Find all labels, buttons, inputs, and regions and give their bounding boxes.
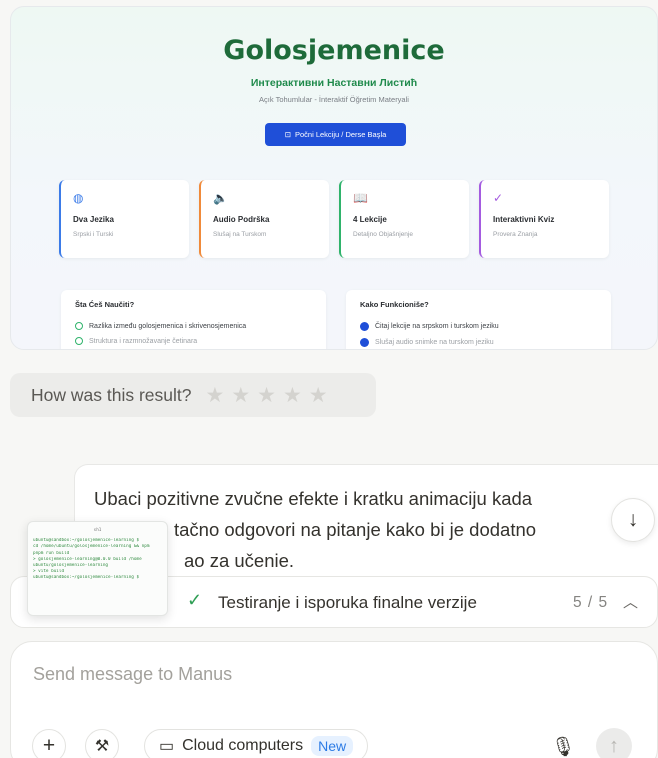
feature-desc: Srpski i Turski bbox=[73, 231, 114, 238]
how-heading: Kako Funkcioniše? bbox=[360, 300, 429, 309]
how-item-text: Čitaj lekcije na srpskom i turskom jezik… bbox=[375, 323, 499, 330]
cloud-computers-button[interactable]: ▭ Cloud computers New bbox=[144, 729, 369, 758]
check-circle-icon bbox=[75, 322, 83, 330]
website-preview[interactable]: Golosjemenice Интерактивни Наставни Лист… bbox=[10, 6, 658, 350]
check-circle-icon: ✓ bbox=[493, 191, 504, 205]
message-line: Ubaci pozitivne zvučne efekte i kratku a… bbox=[94, 488, 533, 509]
learn-item: Razlika između golosjemenica i skrivenos… bbox=[75, 322, 312, 330]
how-item: Čitaj lekcije na srpskom i turskom jezik… bbox=[360, 322, 597, 331]
preview-subtitle: Интерактивни Наставни Листић bbox=[250, 77, 418, 89]
play-icon: ⊡ bbox=[284, 130, 291, 139]
cloud-computers-label: Cloud computers bbox=[182, 737, 304, 754]
arrow-up-icon: ↑ bbox=[609, 734, 619, 757]
chevron-up-icon[interactable]: ︿ bbox=[623, 591, 638, 612]
speaker-icon: 🔈 bbox=[213, 191, 228, 205]
star-icon[interactable]: ★ bbox=[231, 383, 250, 408]
scroll-down-button[interactable]: ↓ bbox=[611, 498, 655, 542]
message-input[interactable] bbox=[33, 664, 613, 685]
start-lesson-button[interactable]: ⊡ Počni Lekciju / Derse Başla bbox=[265, 123, 406, 146]
task-counter: 5 / 5 bbox=[573, 594, 609, 611]
new-badge: New bbox=[311, 736, 354, 756]
tools-icon: ⚒ bbox=[94, 738, 110, 755]
step-dot-icon bbox=[360, 322, 369, 331]
globe-icon: ◍ bbox=[73, 191, 84, 205]
learn-item: Struktura i razmnožavanje četinara bbox=[75, 337, 312, 345]
start-lesson-label: Počni Lekciju / Derse Başla bbox=[295, 130, 387, 139]
book-icon: 📖 bbox=[353, 191, 368, 205]
message-composer: + ⚒ ▭ Cloud computers New 🎙 ↑ bbox=[10, 641, 658, 758]
feature-card-languages: ◍ Dva Jezika Srpski i Turski bbox=[59, 180, 189, 258]
monitor-icon: ▭ bbox=[159, 738, 175, 755]
learn-heading: Šta Ćeš Naučiti? bbox=[75, 300, 135, 309]
microphone-icon[interactable]: 🎙 bbox=[551, 735, 575, 758]
result-rating-bar: How was this result? ★ ★ ★ ★ ★ bbox=[10, 373, 376, 417]
terminal-header: sh1 bbox=[93, 528, 102, 533]
add-attachment-button[interactable]: + bbox=[32, 729, 66, 758]
feature-card-quiz: ✓ Interaktivni Kviz Provera Znanja bbox=[479, 180, 609, 258]
terminal-thumbnail[interactable]: sh1 ubuntu@sandbox:~/golosjemenice-learn… bbox=[27, 521, 168, 616]
feature-desc: Detaljno Objašnjenje bbox=[353, 231, 413, 238]
rating-label: How was this result? bbox=[31, 384, 192, 405]
how-panel: Kako Funkcioniše? Čitaj lekcije na srpsk… bbox=[346, 290, 611, 349]
preview-subtitle-turkish: Açık Tohumlular - İnteraktif Öğretim Mat… bbox=[259, 95, 409, 104]
plus-icon: + bbox=[42, 734, 56, 757]
checkmark-icon: ✓ bbox=[187, 590, 203, 610]
how-item-text: Slušaj audio snimke na turskom jeziku bbox=[375, 339, 494, 346]
star-icon[interactable]: ★ bbox=[309, 383, 328, 408]
chat-page: Golosjemenice Интерактивни Наставни Лист… bbox=[0, 0, 658, 758]
feature-title: Interaktivni Kviz bbox=[493, 215, 555, 224]
feature-card-audio: 🔈 Audio Podrška Slušaj na Turskom bbox=[199, 180, 329, 258]
feature-desc: Provera Znanja bbox=[493, 231, 538, 238]
star-icon[interactable]: ★ bbox=[257, 383, 276, 408]
how-item: Slušaj audio snimke na turskom jeziku bbox=[360, 338, 597, 347]
learn-panel: Šta Ćeš Naučiti? Razlika između golosjem… bbox=[61, 290, 326, 349]
message-line: tačno odgovori na pitanje kako bi je dod… bbox=[174, 519, 537, 540]
terminal-line: ubuntu@sandbox:~/golosjemenice-learning … bbox=[33, 575, 140, 581]
step-dot-icon bbox=[360, 338, 369, 347]
send-button[interactable]: ↑ bbox=[596, 728, 632, 758]
feature-card-lessons: 📖 4 Lekcije Detaljno Objašnjenje bbox=[339, 180, 469, 258]
check-circle-icon bbox=[75, 337, 83, 345]
terminal-line: cd /home/ubuntu/golosjemenice-learning &… bbox=[33, 544, 150, 550]
message-line: ao za učenie. bbox=[184, 550, 295, 571]
star-icon[interactable]: ★ bbox=[205, 383, 224, 408]
feature-title: 4 Lekcije bbox=[353, 215, 387, 224]
feature-desc: Slušaj na Turskom bbox=[213, 231, 267, 238]
task-label: Testiranje i isporuka finalne verzije bbox=[218, 593, 477, 612]
learn-item-text: Razlika između golosjemenica i skrivenos… bbox=[89, 322, 247, 330]
learn-item-text: Struktura i razmnožavanje četinara bbox=[89, 337, 198, 345]
feature-title: Dva Jezika bbox=[73, 215, 114, 224]
tools-button[interactable]: ⚒ bbox=[85, 729, 119, 758]
star-rating: ★ ★ ★ ★ ★ bbox=[205, 383, 327, 408]
star-icon[interactable]: ★ bbox=[283, 383, 302, 408]
preview-title: Golosjemenice bbox=[223, 35, 445, 66]
arrow-down-icon: ↓ bbox=[627, 508, 639, 531]
feature-title: Audio Podrška bbox=[213, 215, 270, 224]
